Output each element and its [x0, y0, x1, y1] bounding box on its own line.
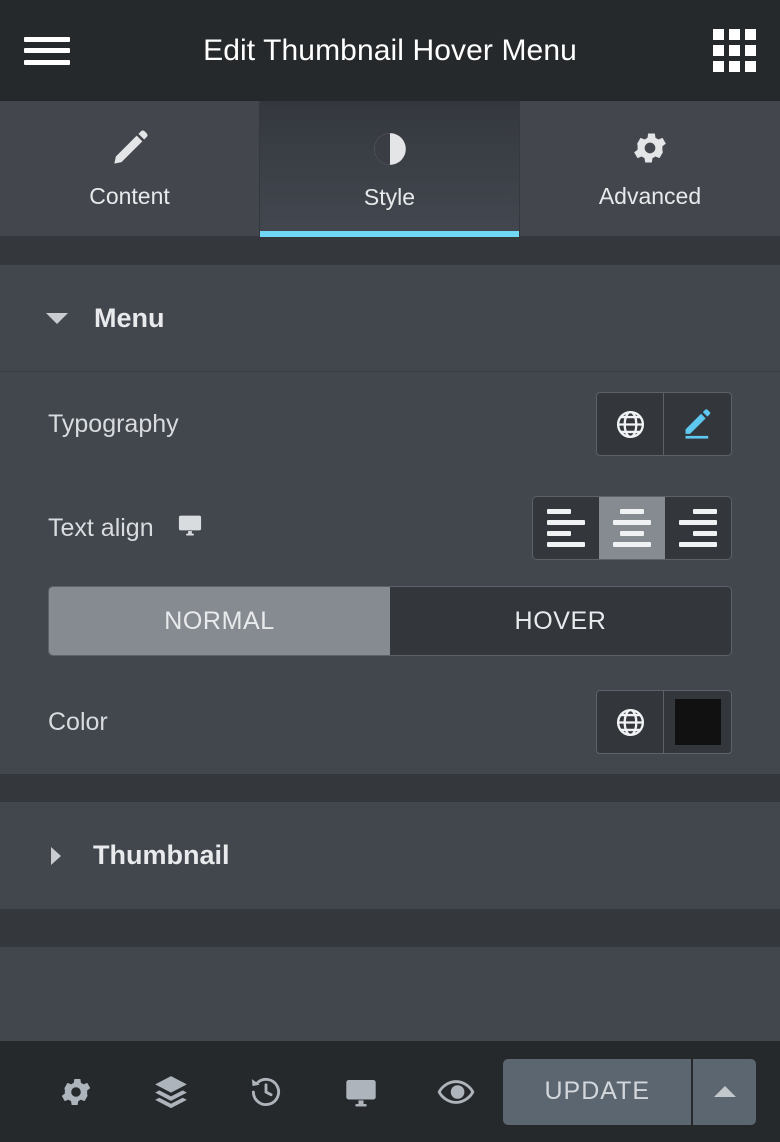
panel-footer: UPDATE	[0, 1041, 780, 1142]
contrast-icon	[370, 128, 410, 170]
align-right-button[interactable]	[665, 497, 731, 559]
chevron-down-icon	[46, 312, 68, 324]
update-button-group: UPDATE	[503, 1058, 757, 1125]
typography-label: Typography	[48, 409, 179, 438]
gear-icon	[630, 127, 670, 169]
state-tabs: NORMAL HOVER	[48, 586, 732, 656]
pencil-icon	[110, 127, 150, 169]
update-button[interactable]: UPDATE	[503, 1058, 694, 1125]
desktop-icon[interactable]	[176, 511, 204, 546]
section-title-menu: Menu	[94, 302, 165, 333]
align-center-button[interactable]	[599, 497, 665, 559]
text-align-options	[532, 496, 732, 560]
section-menu-controls: Typography Text align NORMAL HOVER Color	[0, 372, 780, 774]
tab-content[interactable]: Content	[0, 101, 260, 237]
tab-content-label: Content	[89, 183, 170, 209]
control-typography: Typography	[48, 372, 732, 476]
panel-tabs: Content Style Advanced	[0, 101, 780, 237]
state-tab-normal[interactable]: NORMAL	[49, 587, 390, 655]
section-title-thumbnail: Thumbnail	[93, 840, 230, 870]
globe-icon[interactable]	[597, 393, 664, 455]
panel-header: Edit Thumbnail Hover Menu	[0, 0, 780, 101]
grid-apps-icon[interactable]	[712, 29, 756, 73]
settings-gear-icon[interactable]	[28, 1062, 123, 1122]
page-title: Edit Thumbnail Hover Menu	[203, 33, 577, 67]
layers-icon[interactable]	[123, 1062, 218, 1122]
hamburger-menu-icon[interactable]	[24, 34, 70, 68]
control-text-align: Text align	[48, 476, 732, 580]
elementor-editor-panel: Edit Thumbnail Hover Menu Content Style	[0, 0, 780, 1142]
tab-advanced-label: Advanced	[598, 183, 702, 209]
section-separator-bottom	[0, 909, 780, 947]
section-header-thumbnail[interactable]: Thumbnail	[0, 802, 780, 909]
align-left-button[interactable]	[533, 497, 599, 559]
chevron-right-icon	[51, 846, 61, 865]
tab-advanced[interactable]: Advanced	[520, 101, 780, 237]
section-header-menu[interactable]: Menu	[0, 265, 780, 372]
section-menu: Menu Typography Text align NORMAL HOVER …	[0, 265, 780, 774]
update-dropdown-button[interactable]	[693, 1058, 757, 1125]
preview-eye-icon[interactable]	[408, 1062, 503, 1122]
color-control	[596, 690, 732, 754]
color-swatch	[674, 699, 721, 745]
panel-empty-space	[0, 947, 780, 1041]
color-label: Color	[48, 707, 108, 736]
color-swatch-button[interactable]	[664, 691, 731, 753]
responsive-monitor-icon[interactable]	[313, 1062, 408, 1122]
section-thumbnail: Thumbnail	[0, 802, 780, 909]
typography-control	[596, 392, 732, 456]
globe-icon[interactable]	[597, 691, 664, 753]
section-separator-top	[0, 237, 780, 265]
tab-style-label: Style	[363, 183, 416, 210]
panel-body: Menu Typography Text align NORMAL HOVER …	[0, 237, 780, 1041]
history-icon[interactable]	[218, 1062, 313, 1122]
text-align-label: Text align	[48, 513, 154, 542]
section-separator-middle	[0, 774, 780, 802]
chevron-up-icon	[713, 1086, 736, 1097]
text-align-label-group: Text align	[48, 511, 204, 546]
typography-edit-icon[interactable]	[664, 393, 731, 455]
control-color: Color	[48, 670, 732, 774]
tab-style[interactable]: Style	[260, 101, 520, 237]
state-tab-hover[interactable]: HOVER	[390, 587, 731, 655]
